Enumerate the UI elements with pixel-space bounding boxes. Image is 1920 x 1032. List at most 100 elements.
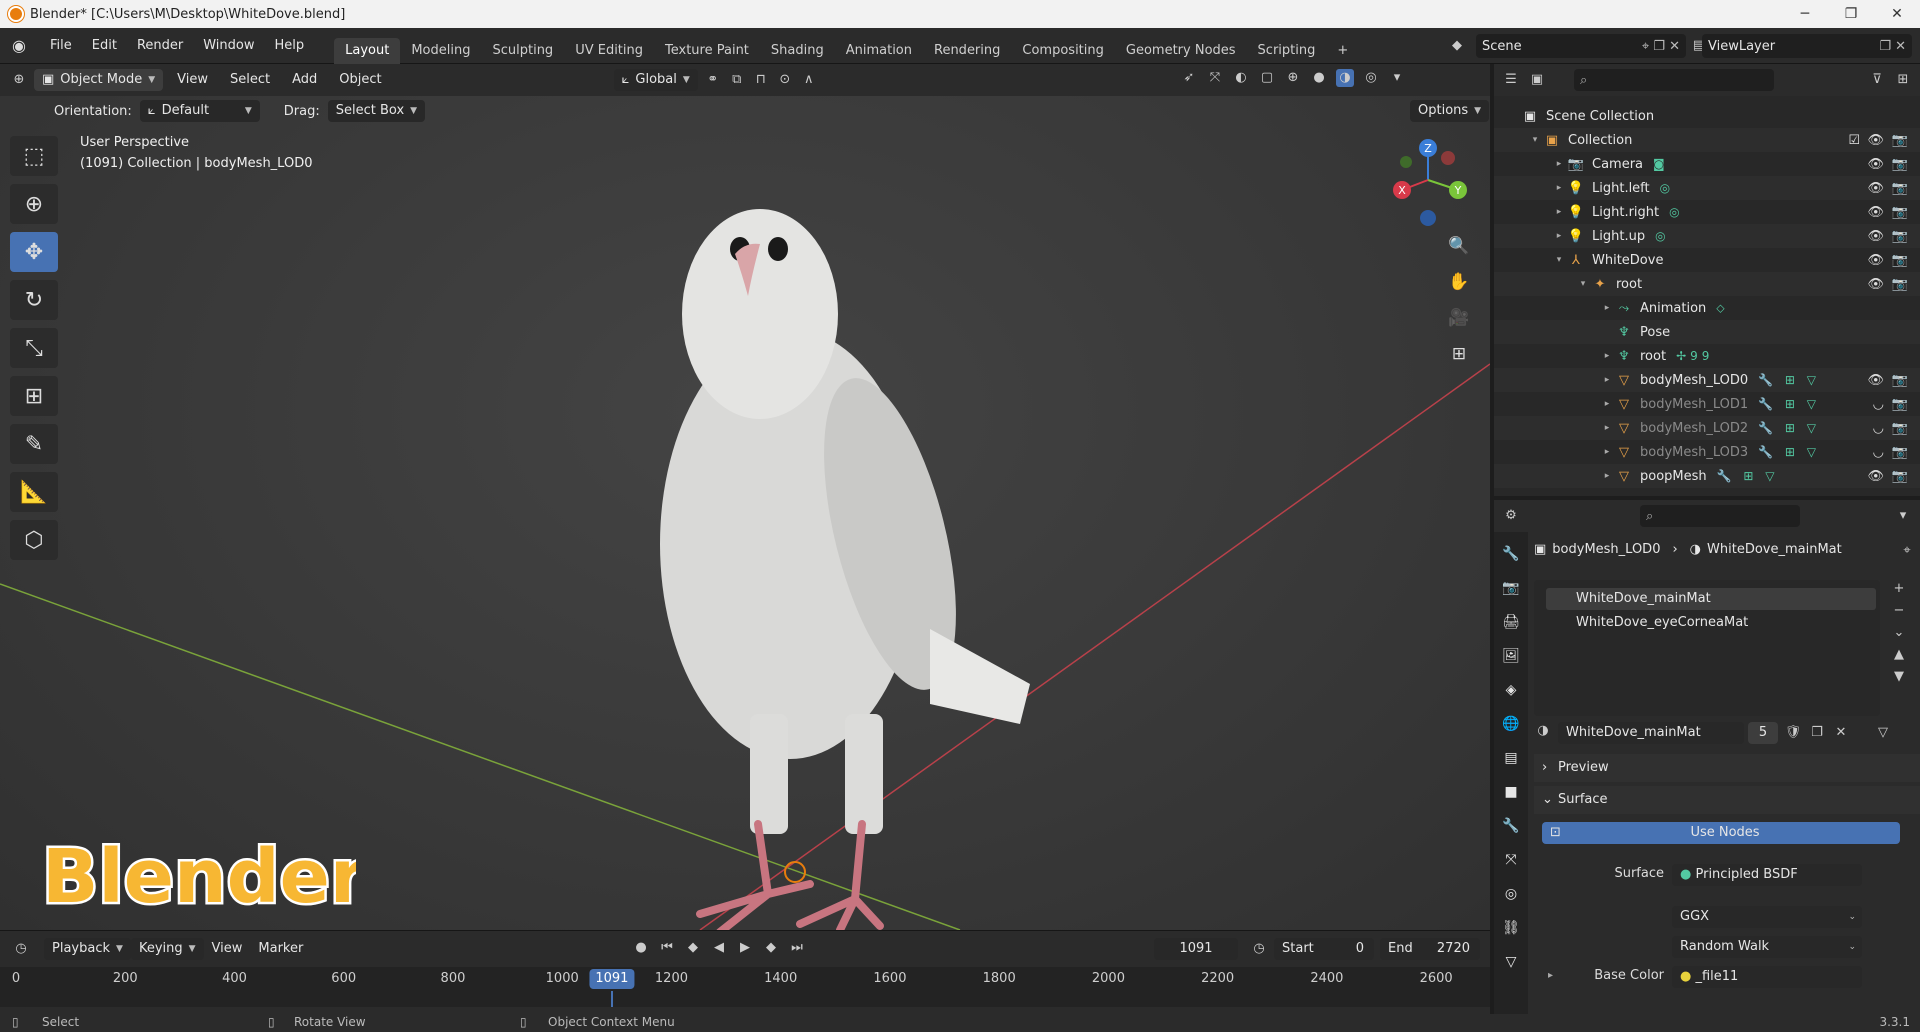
blender-menu-icon[interactable]: ◉ bbox=[12, 36, 32, 56]
subsurface-method-dropdown[interactable]: Random Walk ⌄ bbox=[1672, 936, 1862, 958]
modifier-data-icons[interactable]: ◎ bbox=[1669, 205, 1683, 219]
preview-panel-header[interactable]: › Preview bbox=[1534, 754, 1920, 782]
add-workspace-button[interactable]: + bbox=[1326, 38, 1359, 64]
modifier-data-icons[interactable]: ◙ bbox=[1653, 157, 1669, 171]
display-mode-icon[interactable]: ▣ bbox=[1528, 71, 1546, 89]
world-tab-icon[interactable]: 🌐 bbox=[1499, 712, 1523, 736]
chevron-right-icon[interactable]: ▸ bbox=[1600, 375, 1614, 385]
outliner-row[interactable]: ▸ ▽ bodyMesh_LOD2 🔧 ⊞ ▽ ◡ 📷 bbox=[1494, 416, 1920, 440]
data-tab-icon[interactable]: ▽ bbox=[1499, 950, 1523, 974]
rotate-tool-icon[interactable]: ↻ bbox=[10, 280, 58, 320]
output-tab-icon[interactable]: 🖨 bbox=[1499, 610, 1523, 634]
clock-icon[interactable]: ◷ bbox=[1250, 940, 1268, 958]
menu-add[interactable]: Add bbox=[284, 69, 325, 91]
outliner-row[interactable]: ▾ ✦ root 👁 📷 bbox=[1494, 272, 1920, 296]
timeline-marker-menu[interactable]: Marker bbox=[250, 938, 311, 960]
tab-compositing[interactable]: Compositing bbox=[1011, 38, 1115, 64]
measure-tool-icon[interactable]: 📐 bbox=[10, 472, 58, 512]
scene-selector-icon[interactable]: ◆ bbox=[1448, 37, 1466, 55]
chevron-right-icon[interactable]: ▸ bbox=[1600, 303, 1614, 313]
outliner-search-input[interactable]: ⌕ bbox=[1574, 69, 1774, 91]
chevron-right-icon[interactable]: ▸ bbox=[1600, 471, 1614, 481]
pan-hand-icon[interactable]: ✋ bbox=[1444, 268, 1474, 296]
xray-icon[interactable]: ▢ bbox=[1258, 69, 1276, 87]
base-color-field[interactable]: ● _file11 bbox=[1672, 966, 1862, 988]
next-keyframe-icon[interactable]: ◆ bbox=[762, 939, 780, 957]
add-slot-icon[interactable]: + bbox=[1890, 580, 1908, 598]
jump-end-icon[interactable]: ⏭ bbox=[788, 939, 806, 957]
outliner-row[interactable]: ♆ Pose bbox=[1494, 320, 1920, 344]
prev-keyframe-icon[interactable]: ◆ bbox=[684, 939, 702, 957]
material-shading-icon[interactable]: ◑ bbox=[1336, 69, 1354, 87]
transform-orientation-dropdown[interactable]: ⟀ Global ▼ bbox=[613, 69, 698, 91]
unlink-icon[interactable]: ✕ bbox=[1832, 724, 1850, 742]
playhead-line[interactable] bbox=[610, 991, 613, 1007]
menu-select[interactable]: Select bbox=[222, 69, 278, 91]
chevron-right-icon[interactable]: ▸ bbox=[1600, 447, 1614, 457]
ortho-grid-icon[interactable]: ⊞ bbox=[1444, 340, 1474, 368]
surface-shader-field[interactable]: ● Principled BSDF bbox=[1672, 864, 1862, 886]
auto-key-icon[interactable]: ● bbox=[632, 939, 650, 957]
3d-viewport[interactable]: ⊕ ▣ Object Mode ▼ View Select Add Object… bbox=[0, 64, 1490, 930]
play-icon[interactable]: ▶ bbox=[736, 939, 754, 957]
render-camera-icon[interactable]: 📷 bbox=[1892, 445, 1908, 460]
menu-edit[interactable]: Edit bbox=[82, 28, 127, 64]
render-camera-icon[interactable]: 📷 bbox=[1892, 229, 1908, 244]
properties-search-input[interactable]: ⌕ bbox=[1640, 505, 1800, 527]
add-cube-tool-icon[interactable]: ⬡ bbox=[10, 520, 58, 560]
overlay-toggle-icon[interactable]: ◐ bbox=[1232, 69, 1250, 87]
viewlayer-field[interactable]: ViewLayer ❐ ✕ bbox=[1702, 34, 1912, 58]
outliner-editor-type-icon[interactable]: ☰ bbox=[1502, 71, 1520, 89]
properties-editor-type-icon[interactable]: ⚙ bbox=[1502, 507, 1520, 525]
new-collection-icon[interactable]: ⊞ bbox=[1894, 71, 1912, 89]
zoom-icon[interactable]: 🔍 bbox=[1444, 232, 1474, 260]
close-button[interactable]: ✕ bbox=[1874, 0, 1920, 28]
material-slot-eye[interactable]: WhiteDove_eyeCorneaMat bbox=[1546, 612, 1876, 634]
playhead-frame[interactable]: 1091 bbox=[589, 969, 635, 989]
chevron-down-icon[interactable]: ▾ bbox=[1552, 255, 1566, 265]
options-dropdown[interactable]: Options ▼ bbox=[1410, 100, 1490, 122]
camera-view-icon[interactable]: 🎥 bbox=[1444, 304, 1474, 332]
menu-view[interactable]: View bbox=[169, 69, 216, 91]
modifier-data-icons[interactable]: ⬦ bbox=[1716, 301, 1728, 316]
tab-rendering[interactable]: Rendering bbox=[923, 38, 1011, 64]
scene-tab-icon[interactable]: ◈ bbox=[1499, 678, 1523, 702]
outliner-row[interactable]: ▸ ⤳ Animation ⬦ bbox=[1494, 296, 1920, 320]
exclude-checkbox[interactable]: ☑ bbox=[1848, 133, 1860, 148]
object-tab-icon[interactable]: ■ bbox=[1499, 780, 1523, 804]
viewlayer-actions-icon[interactable]: ❐ ✕ bbox=[1879, 39, 1906, 54]
falloff-icon[interactable]: ∧ bbox=[800, 71, 818, 89]
scale-tool-icon[interactable]: ⤡ bbox=[10, 328, 58, 368]
tab-shading[interactable]: Shading bbox=[760, 38, 835, 64]
outliner-row[interactable]: ▸ 💡 Light.up ◎ 👁 📷 bbox=[1494, 224, 1920, 248]
timeline-editor-type-icon[interactable]: ◷ bbox=[12, 940, 30, 958]
modifier-data-icons[interactable]: ◎ bbox=[1655, 229, 1669, 243]
render-camera-icon[interactable]: 📷 bbox=[1892, 133, 1908, 148]
tab-scripting[interactable]: Scripting bbox=[1247, 38, 1327, 64]
menu-file[interactable]: File bbox=[40, 28, 82, 64]
timeline-view-menu[interactable]: View bbox=[204, 938, 251, 960]
pivot-icon[interactable]: ⚭ bbox=[704, 71, 722, 89]
menu-render[interactable]: Render bbox=[127, 28, 193, 64]
outliner-row[interactable]: ▸ ▽ bodyMesh_LOD3 🔧 ⊞ ▽ ◡ 📷 bbox=[1494, 440, 1920, 464]
render-camera-icon[interactable]: 📷 bbox=[1892, 205, 1908, 220]
outliner-row[interactable]: ▸ 💡 Light.right ◎ 👁 📷 bbox=[1494, 200, 1920, 224]
end-frame-field[interactable]: End 2720 bbox=[1380, 938, 1480, 960]
render-tab-icon[interactable]: 📷 bbox=[1499, 576, 1523, 600]
timeline-ruler[interactable]: 0 200 400 600 800 1000 1200 1400 1600 1800 2000 220… bbox=[0, 967, 1490, 1007]
outliner-row[interactable]: ▾ ⅄ WhiteDove 👁 📷 bbox=[1494, 248, 1920, 272]
wireframe-shading-icon[interactable]: ⊕ bbox=[1284, 69, 1302, 87]
scene-field[interactable]: Scene ⌖ ❐ ✕ bbox=[1476, 34, 1686, 58]
modifier-data-icons[interactable]: 🔧 ⊞ ▽ bbox=[1717, 469, 1779, 483]
distribution-dropdown[interactable]: GGX ⌄ bbox=[1672, 906, 1862, 928]
material-slot-main[interactable]: WhiteDove_mainMat bbox=[1546, 588, 1876, 610]
visibility-icon[interactable]: ➶ bbox=[1180, 69, 1198, 87]
view-layer-tab-icon[interactable]: 🖼 bbox=[1499, 644, 1523, 668]
eye-closed-icon[interactable]: ◡ bbox=[1873, 421, 1884, 436]
orientation-dropdown[interactable]: ⟀ Default ▼ bbox=[139, 100, 260, 122]
use-nodes-button[interactable]: ⊡ Use Nodes bbox=[1542, 822, 1900, 844]
chevron-right-icon[interactable]: ▸ bbox=[1552, 231, 1566, 241]
eye-closed-icon[interactable]: ◡ bbox=[1873, 397, 1884, 412]
modifier-tab-icon[interactable]: 🔧 bbox=[1499, 814, 1523, 838]
surface-panel-header[interactable]: ⌄ Surface bbox=[1534, 786, 1920, 814]
